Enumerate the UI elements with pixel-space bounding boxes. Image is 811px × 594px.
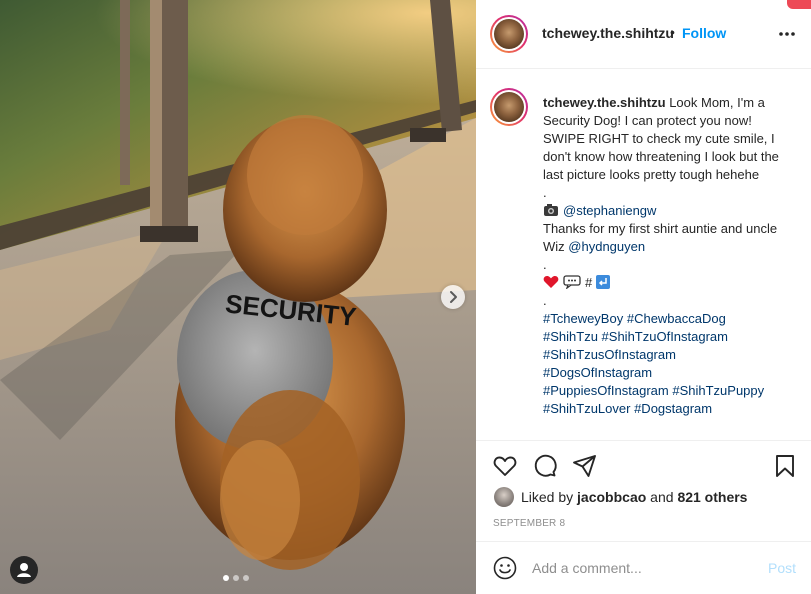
caption-dot: . xyxy=(543,257,547,272)
post-comment-button[interactable]: Post xyxy=(768,560,796,576)
more-options-icon[interactable] xyxy=(777,24,797,44)
dog-photo-illustration: SECURITY xyxy=(0,0,476,594)
post-photo[interactable]: SECURITY xyxy=(0,0,476,594)
heart-icon[interactable] xyxy=(492,453,518,479)
post-actions: Liked by jacobbcao and 821 others SEPTEM… xyxy=(476,440,811,541)
mention-hydnguyen[interactable]: @hydnguyen xyxy=(568,239,645,254)
add-comment-bar: Post xyxy=(476,541,811,594)
caption-username[interactable]: tchewey.the.shihtzu xyxy=(543,95,666,110)
hashtag-link[interactable]: #ShihTzu xyxy=(543,329,598,344)
hashtag-link[interactable]: #TcheweyBoy xyxy=(543,311,623,326)
carousel-dot xyxy=(243,575,249,581)
hash-symbol: # xyxy=(585,275,593,290)
liker-avatar[interactable] xyxy=(494,487,514,507)
post-details-panel: tchewey.the.shihtzu • Follow tchewey.the… xyxy=(476,0,811,594)
hashtag-link[interactable]: #ShihTzuLover xyxy=(543,401,630,416)
header-avatar[interactable] xyxy=(490,15,528,53)
return-arrow-emoji-icon xyxy=(595,275,610,289)
caption-dot: . xyxy=(543,185,547,200)
hashtag-link[interactable]: #ShihTzuPuppy xyxy=(672,383,764,398)
carousel-next-button[interactable] xyxy=(441,285,465,309)
header-username[interactable]: tchewey.the.shihtzu xyxy=(542,25,674,41)
tagged-users-button[interactable] xyxy=(10,556,38,584)
carousel-dot xyxy=(233,575,239,581)
header-bullet: • xyxy=(670,24,675,40)
hashtag-link[interactable]: #PuppiesOfInstagram xyxy=(543,383,669,398)
hashtag-link[interactable]: #DogsOfInstagram xyxy=(543,365,652,380)
follow-button[interactable]: Follow xyxy=(682,25,726,41)
camera-icon xyxy=(544,204,558,216)
hashtag-link[interactable]: #ShihTzusOfInstagram xyxy=(543,347,676,362)
caption-section: tchewey.the.shihtzu Look Mom, I'm a Secu… xyxy=(476,70,811,440)
mention-stephaniengw[interactable]: @stephaniengw xyxy=(563,203,656,218)
caption-dot: . xyxy=(543,293,547,308)
post-header: tchewey.the.shihtzu • Follow xyxy=(476,0,811,69)
share-icon[interactable] xyxy=(572,453,598,479)
caption-avatar[interactable] xyxy=(490,88,528,126)
likes-others-link[interactable]: 821 others xyxy=(677,489,747,505)
liker-username[interactable]: jacobbcao xyxy=(577,489,646,505)
chevron-right-icon xyxy=(450,291,457,303)
speech-bubble-emoji-icon xyxy=(563,275,581,289)
likes-middle: and xyxy=(646,489,678,505)
carousel-dot xyxy=(223,575,229,581)
likes-prefix: Liked by xyxy=(521,489,578,505)
hashtag-link[interactable]: #ChewbaccaDog xyxy=(627,311,726,326)
comment-input[interactable] xyxy=(532,558,752,578)
bookmark-icon[interactable] xyxy=(772,453,798,479)
user-icon xyxy=(17,563,31,577)
hashtag-link[interactable]: #ShihTzuOfInstagram xyxy=(602,329,728,344)
comment-icon[interactable] xyxy=(532,453,558,479)
carousel-indicator xyxy=(223,575,249,581)
hashtag-link[interactable]: #Dogstagram xyxy=(634,401,712,416)
emoji-icon[interactable] xyxy=(493,556,517,580)
caption-text: tchewey.the.shihtzu Look Mom, I'm a Secu… xyxy=(543,94,793,418)
post-date[interactable]: SEPTEMBER 8 xyxy=(493,518,565,529)
heart-emoji-icon xyxy=(543,276,559,288)
likes-text: Liked by jacobbcao and 821 others xyxy=(521,489,747,505)
